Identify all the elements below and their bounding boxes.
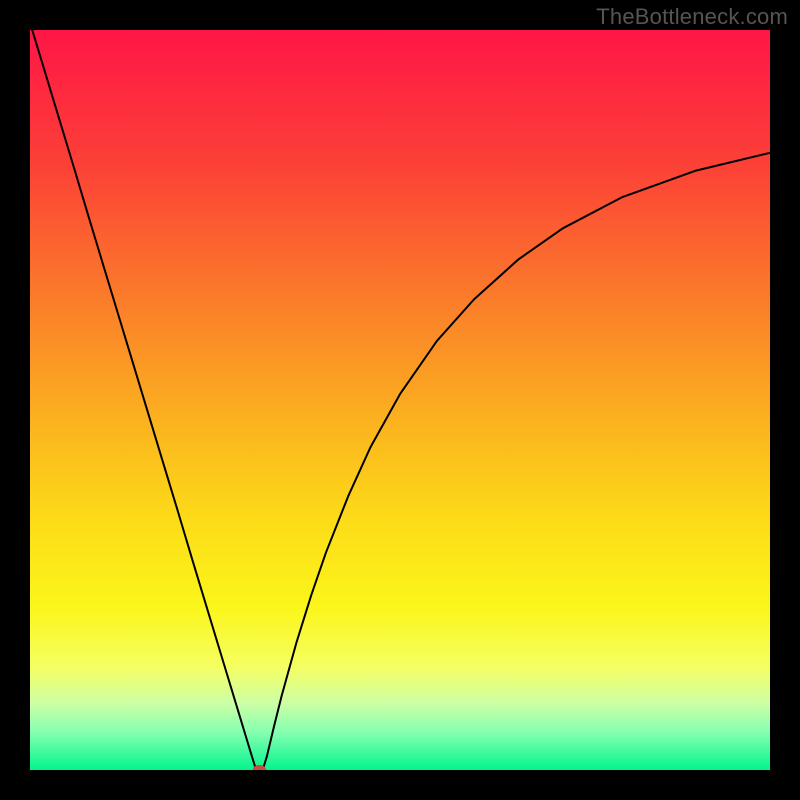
chart-frame: TheBottleneck.com [0,0,800,800]
chart-background [30,30,770,770]
watermark-text: TheBottleneck.com [596,4,788,30]
plot-area [30,30,770,770]
chart-svg [30,30,770,770]
